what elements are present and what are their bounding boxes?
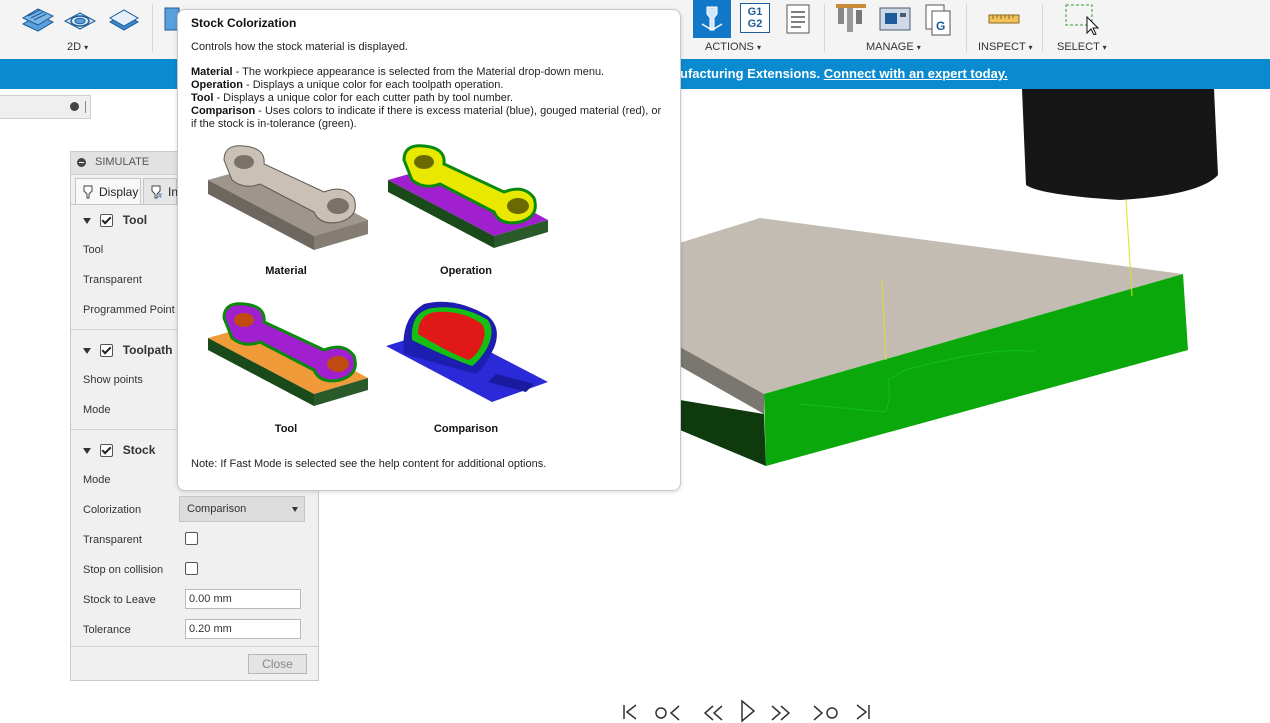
tool-preview-image: [208, 302, 368, 406]
display-tab-icon: [83, 185, 93, 199]
colorization-label: Colorization: [83, 504, 142, 516]
toolpath-section-header[interactable]: Toolpath: [83, 343, 172, 358]
simulate-title: SIMULATE: [95, 156, 150, 168]
step-back-icon[interactable]: [700, 699, 726, 723]
svg-text:#: #: [158, 193, 162, 199]
tab-info[interactable]: # In: [143, 178, 178, 204]
tooltip-description: Controls how the stock material is displ…: [191, 41, 409, 53]
resize-handle[interactable]: [85, 101, 86, 113]
tool-section-header[interactable]: Tool: [83, 213, 147, 228]
toolbar-separator: [1042, 4, 1043, 52]
cutting-tool: [1022, 89, 1218, 200]
toolpath-mode-label: Mode: [83, 404, 111, 416]
first-icon[interactable]: [620, 699, 642, 723]
actions-group-label[interactable]: ACTIONS ▾: [705, 41, 761, 53]
tooltip-note: Note: If Fast Mode is selected see the h…: [191, 458, 547, 470]
toolbar-separator: [152, 4, 153, 52]
tool-library-icon[interactable]: [836, 2, 868, 36]
stock-section-header[interactable]: Stock: [83, 443, 155, 458]
stock-side-dark: [680, 400, 766, 466]
playback-controls: [618, 699, 878, 723]
prev-op-icon[interactable]: [652, 699, 684, 723]
play-icon[interactable]: [738, 699, 758, 723]
next-op-icon[interactable]: [810, 699, 842, 723]
stock-transparent-checkbox[interactable]: [185, 532, 198, 545]
simulate-tool-icon: [701, 6, 723, 31]
close-button[interactable]: Close: [248, 654, 307, 674]
tool-caption: Tool: [274, 423, 298, 435]
toolpath-section-checkbox[interactable]: [100, 344, 114, 358]
show-points-label: Show points: [83, 374, 143, 386]
colorization-dropdown[interactable]: Comparison: [179, 496, 305, 522]
stop-on-collision-checkbox[interactable]: [185, 562, 198, 575]
2d-group-label[interactable]: 2D ▾: [67, 41, 88, 53]
collapse-icon[interactable]: [70, 102, 79, 111]
browser-strip[interactable]: [0, 95, 91, 119]
operation-preview-image: [388, 144, 548, 248]
toolbar-separator: [966, 4, 967, 52]
step-forward-icon[interactable]: [768, 699, 794, 723]
2d-face-icon[interactable]: [106, 4, 142, 34]
machine-library-icon[interactable]: [878, 4, 912, 34]
definition-tool: Tool - Displays a unique color for each …: [191, 92, 514, 104]
collapse-icon[interactable]: [77, 158, 86, 167]
stock-transparent-label: Transparent: [83, 534, 142, 546]
tooltip-definitions: Material - The workpiece appearance is s…: [191, 66, 669, 131]
operation-caption: Operation: [440, 265, 492, 277]
expand-triangle-icon[interactable]: [83, 347, 91, 354]
stock-to-leave-label: Stock to Leave: [83, 594, 156, 606]
post-library-icon[interactable]: G: [924, 3, 954, 37]
tolerance-input[interactable]: 0.20 mm: [185, 619, 301, 639]
svg-text:G: G: [936, 19, 945, 33]
select-group-label[interactable]: SELECT ▾: [1057, 41, 1107, 53]
stock-section-checkbox[interactable]: [100, 444, 114, 458]
material-preview-image: [208, 145, 368, 250]
toolbar-separator: [824, 4, 825, 52]
expand-triangle-icon[interactable]: [83, 217, 91, 224]
definition-operation: Operation - Displays a unique color for …: [191, 79, 504, 91]
manage-group-label[interactable]: MANAGE ▾: [866, 41, 921, 53]
section-divider: [71, 646, 318, 647]
tab-display[interactable]: Display: [75, 178, 141, 204]
definition-material: Material - The workpiece appearance is s…: [191, 66, 605, 78]
banner-text: ufacturing Extensions. Connect with an e…: [680, 66, 1008, 81]
expand-triangle-icon[interactable]: [83, 447, 91, 454]
programmed-point-label: Programmed Point: [83, 304, 175, 316]
stock-mode-label: Mode: [83, 474, 111, 486]
last-icon[interactable]: [852, 699, 874, 723]
stock-colorization-tooltip: Stock Colorization Controls how the stoc…: [177, 9, 681, 491]
stock-to-leave-input[interactable]: 0.00 mm: [185, 589, 301, 609]
definition-comparison: Comparison - Uses colors to indicate if …: [191, 105, 662, 130]
info-tab-icon: #: [151, 185, 162, 199]
2d-pocket-icon[interactable]: [20, 4, 56, 34]
chevron-down-icon: [292, 507, 298, 512]
window-select-icon[interactable]: [1063, 3, 1099, 35]
comparison-preview-image: [386, 301, 548, 402]
comparison-caption: Comparison: [433, 423, 499, 435]
stop-on-collision-label: Stop on collision: [83, 564, 164, 576]
tool-section-checkbox[interactable]: [100, 214, 114, 228]
transparent-row-label: Transparent: [83, 274, 142, 286]
tool-row-label: Tool: [83, 244, 104, 256]
post-process-icon[interactable]: G1 G2: [740, 3, 770, 33]
tolerance-label: Tolerance: [83, 624, 131, 636]
inspect-group-label[interactable]: INSPECT ▾: [978, 41, 1033, 53]
banner-link[interactable]: Connect with an expert today.: [824, 66, 1008, 81]
measure-icon[interactable]: [988, 8, 1020, 30]
tooltip-title: Stock Colorization: [191, 16, 297, 30]
material-caption: Material: [265, 265, 307, 277]
setup-sheet-icon[interactable]: [785, 3, 811, 35]
2d-contour-icon[interactable]: [62, 4, 98, 34]
